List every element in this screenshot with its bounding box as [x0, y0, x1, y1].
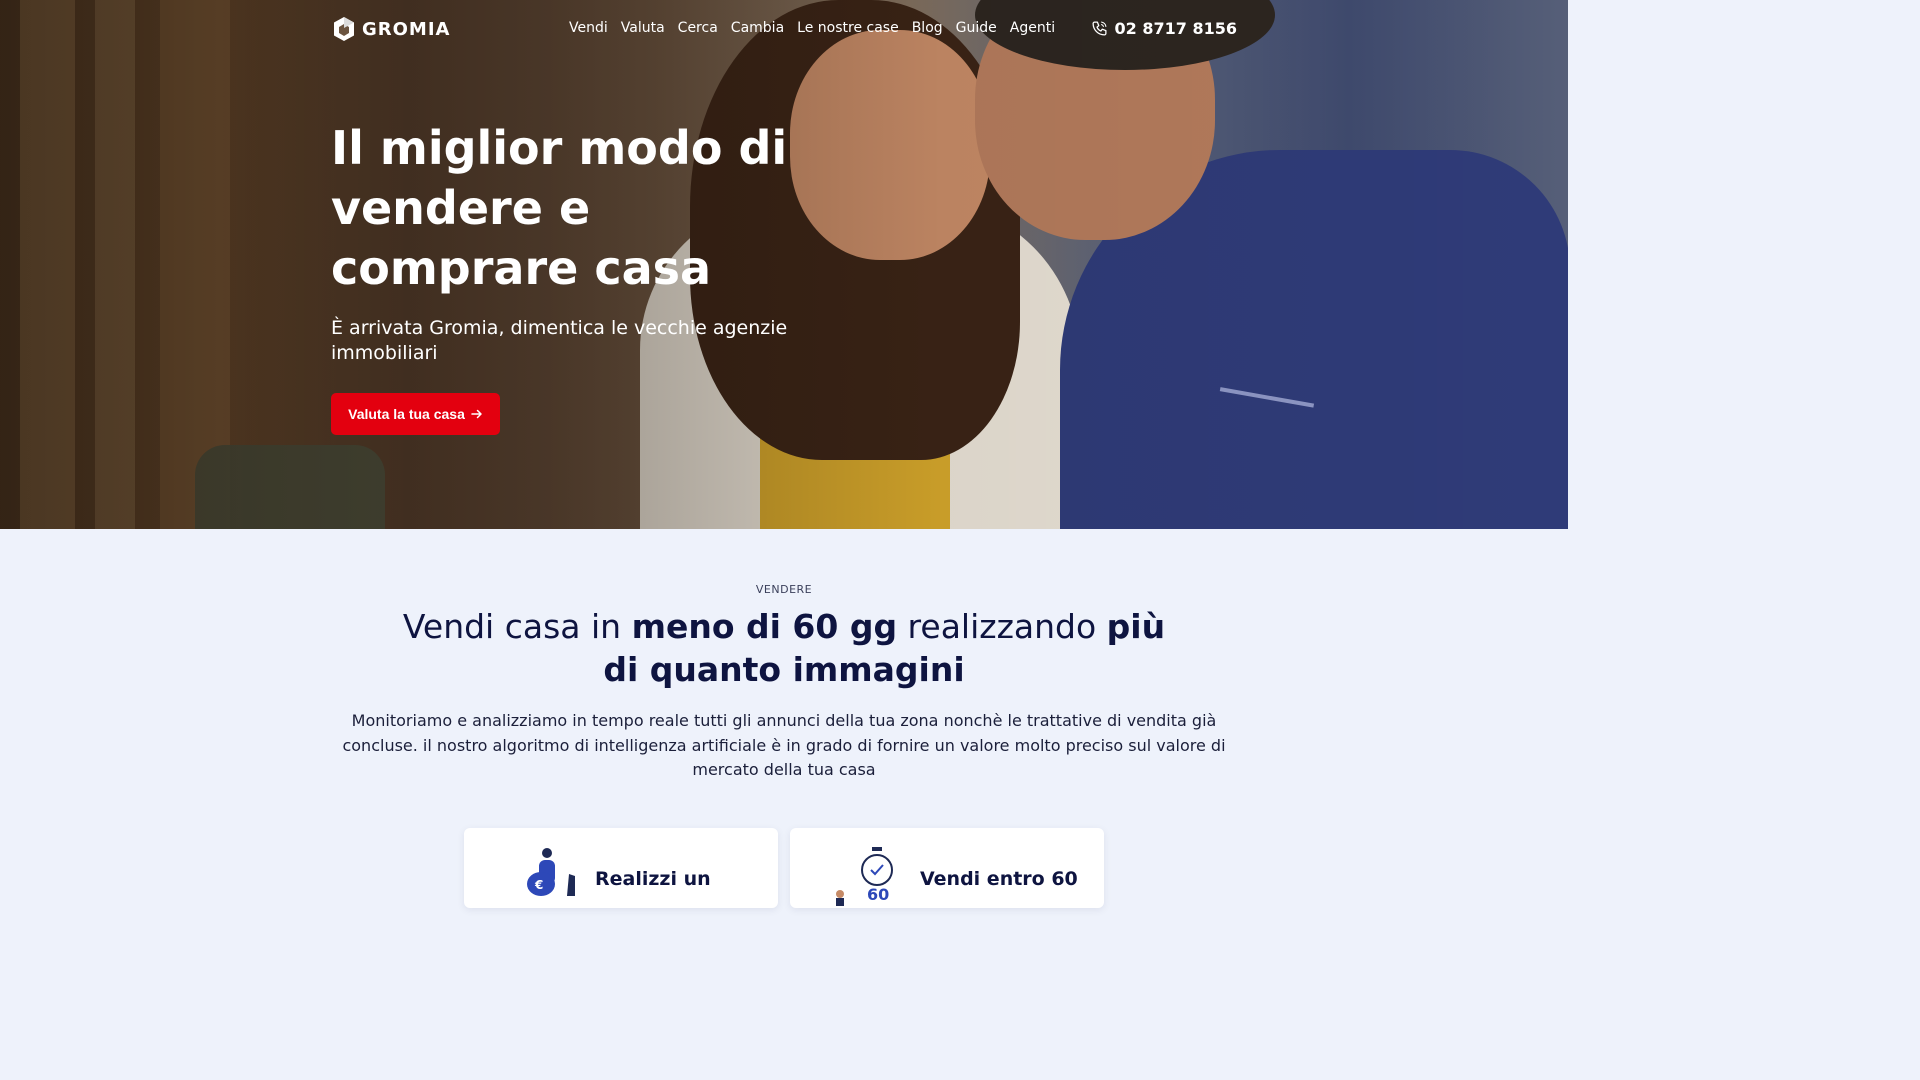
feature-card[interactable]: € Realizzi un	[464, 828, 778, 908]
top-navigation: GROMIA Vendi Valuta Cerca Cambia Le nost…	[0, 0, 1568, 60]
nav-item-le-nostre-case[interactable]: Le nostre case	[797, 20, 899, 36]
feature-card[interactable]: 60 Vendi entro 60	[790, 828, 1104, 908]
svg-text:€: €	[534, 878, 543, 892]
valuta-casa-button[interactable]: Valuta la tua casa	[331, 393, 500, 435]
phone-number: 02 8717 8156	[1114, 19, 1237, 38]
hero-section: GROMIA Vendi Valuta Cerca Cambia Le nost…	[0, 0, 1568, 529]
cta-label: Valuta la tua casa	[348, 406, 465, 422]
nav-item-guide[interactable]: Guide	[956, 20, 997, 36]
nav-item-valuta[interactable]: Valuta	[621, 20, 665, 36]
brand-name: GROMIA	[362, 18, 451, 40]
phone-icon	[1092, 21, 1107, 36]
nav-item-agenti[interactable]: Agenti	[1010, 20, 1055, 36]
section-kicker: VENDERE	[755, 583, 813, 596]
person-money-illustration: €	[527, 848, 575, 896]
section-headline: Vendi casa in meno di 60 gg realizzando …	[384, 605, 1184, 691]
main-menu: Vendi Valuta Cerca Cambia Le nostre case…	[569, 20, 1055, 36]
nav-item-blog[interactable]: Blog	[912, 20, 943, 36]
vendere-section: VENDERE Vendi casa in meno di 60 gg real…	[0, 529, 1568, 908]
feature-card-title: Realizzi un	[595, 868, 711, 890]
hero-subtitle: È arrivata Gromia, dimentica le vecchie …	[331, 317, 788, 364]
headline-highlight: meno di 60 gg	[631, 607, 898, 646]
section-description: Monitoriamo e analizziamo in tempo reale…	[342, 711, 1226, 779]
hexagon-logo-icon	[334, 17, 354, 41]
brand-logo-link[interactable]: GROMIA	[332, 16, 450, 42]
hero-title: Il miglior modo di vendere e comprare ca…	[331, 121, 788, 295]
arrow-right-icon	[471, 409, 482, 419]
stopwatch-badge: 60	[867, 885, 889, 904]
nav-item-cerca[interactable]: Cerca	[678, 20, 718, 36]
phone-link[interactable]: 02 8717 8156	[1091, 19, 1237, 38]
headline-part: Vendi casa in	[402, 607, 632, 646]
stopwatch-60-illustration: 60	[836, 847, 893, 906]
nav-item-vendi[interactable]: Vendi	[569, 20, 608, 36]
feature-card-title: Vendi entro 60	[920, 868, 1078, 890]
nav-item-cambia[interactable]: Cambia	[731, 20, 784, 36]
headline-part: realizzando	[897, 607, 1107, 646]
